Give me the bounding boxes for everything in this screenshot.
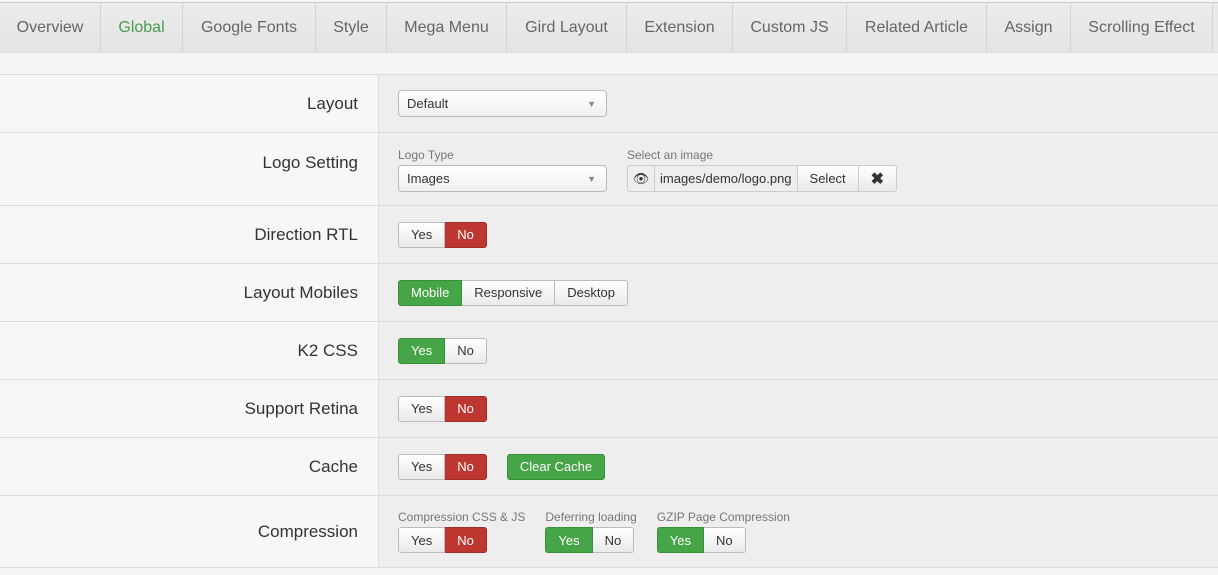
css-js-no[interactable]: No	[445, 527, 487, 553]
rtl-yes[interactable]: Yes	[398, 221, 446, 248]
retina-no[interactable]: No	[445, 395, 487, 422]
tab-assign[interactable]: Assign	[987, 3, 1071, 52]
tab-overview[interactable]: Overview	[0, 3, 101, 52]
image-label: Select an image	[627, 148, 714, 162]
k2-label: K2 CSS	[0, 322, 379, 379]
caret-down-icon: ▼	[587, 174, 596, 184]
row-rtl: Direction RTL Yes No	[0, 206, 1218, 264]
cache-label: Cache	[0, 438, 379, 495]
x-icon[interactable]: ✖	[858, 165, 898, 192]
defer-no[interactable]: No	[592, 527, 635, 553]
tab-style[interactable]: Style	[316, 3, 387, 52]
gzip-no[interactable]: No	[704, 527, 746, 553]
eye-icon[interactable]: 👁	[627, 165, 655, 192]
gzip-label: GZIP Page Compression	[656, 510, 790, 524]
retina-label: Support Retina	[0, 380, 379, 437]
compression-label: Compression	[0, 496, 379, 567]
k2-no[interactable]: No	[445, 337, 487, 364]
row-k2: K2 CSS Yes No	[0, 322, 1218, 380]
css-js-yes[interactable]: Yes	[398, 527, 446, 553]
k2-yes[interactable]: Yes	[398, 337, 446, 364]
settings-form: Layout Default ▼ Logo Setting Logo Type I…	[0, 74, 1218, 568]
tab-extension[interactable]: Extension	[627, 3, 733, 52]
row-compression: Compression Compression CSS & JS Yes No De…	[0, 496, 1218, 568]
row-layout-mobiles: Layout Mobiles Mobile Responsive Desktop	[0, 264, 1218, 322]
rtl-label: Direction RTL	[0, 206, 379, 263]
tab-related-article[interactable]: Related Article	[847, 3, 987, 52]
tab-gird-layout[interactable]: Gird Layout	[507, 3, 627, 52]
mobiles-responsive[interactable]: Responsive	[462, 279, 556, 306]
cache-yes[interactable]: Yes	[398, 453, 446, 480]
select-image-button[interactable]: Select	[797, 165, 859, 192]
row-logo: Logo Setting Logo Type Images ▼ Select an…	[0, 133, 1218, 206]
row-layout: Layout Default ▼	[0, 75, 1218, 133]
gzip-yes[interactable]: Yes	[656, 527, 704, 553]
tab-google-fonts[interactable]: Google Fonts	[183, 3, 316, 52]
defer-yes[interactable]: Yes	[545, 527, 593, 553]
cache-no[interactable]: No	[445, 453, 487, 480]
tab-global[interactable]: Global	[101, 3, 183, 52]
logo-type-select[interactable]: Images ▼	[398, 165, 607, 192]
logo-type-value: Images	[407, 171, 450, 186]
row-retina: Support Retina Yes No	[0, 380, 1218, 438]
retina-yes[interactable]: Yes	[398, 395, 446, 422]
clear-cache-button[interactable]: Clear Cache	[506, 453, 606, 480]
logo-label: Logo Setting	[0, 133, 379, 205]
tab-scrolling-effect[interactable]: Scrolling Effect	[1071, 3, 1213, 52]
layout-label: Layout	[0, 75, 379, 132]
image-path-input[interactable]: images/demo/logo.png	[655, 165, 798, 192]
defer-label: Deferring loading	[545, 510, 637, 524]
mobiles-label: Layout Mobiles	[0, 264, 379, 321]
tab-bar: Overview Global Google Fonts Style Mega …	[0, 2, 1218, 53]
tab-custom-js[interactable]: Custom JS	[733, 3, 847, 52]
mobiles-mobile[interactable]: Mobile	[398, 279, 463, 306]
layout-select[interactable]: Default ▼	[398, 90, 607, 117]
caret-down-icon: ▼	[587, 99, 596, 109]
rtl-no[interactable]: No	[445, 221, 487, 248]
row-cache: Cache Yes No Clear Cache	[0, 438, 1218, 496]
css-js-label: Compression CSS & JS	[398, 510, 526, 524]
mobiles-desktop[interactable]: Desktop	[555, 279, 628, 306]
logo-type-label: Logo Type	[398, 148, 454, 162]
layout-value: Default	[407, 96, 449, 111]
tab-mega-menu[interactable]: Mega Menu	[387, 3, 507, 52]
